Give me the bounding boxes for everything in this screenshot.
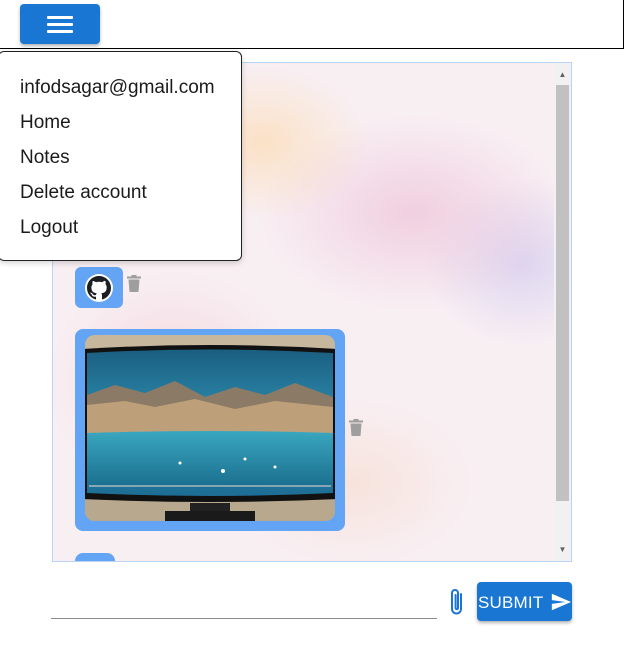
- message-bubble-partial: [75, 553, 115, 561]
- submit-button[interactable]: SUBMIT: [477, 582, 572, 621]
- submit-label: SUBMIT: [478, 593, 544, 612]
- top-bar: [0, 0, 624, 49]
- menu-item-delete-account[interactable]: Delete account: [20, 182, 147, 204]
- scroll-thumb[interactable]: [556, 85, 569, 501]
- menu-item-logout[interactable]: Logout: [20, 217, 78, 239]
- paperclip-icon[interactable]: [445, 586, 469, 618]
- hamburger-icon: [47, 15, 73, 33]
- chat-scrollbar[interactable]: ▲ ▼: [554, 63, 571, 561]
- send-icon: [551, 593, 572, 611]
- github-icon: [87, 275, 111, 299]
- message-bubble-image: [75, 329, 345, 531]
- menu-item-email[interactable]: infodsagar@gmail.com: [20, 77, 215, 99]
- menu-item-notes[interactable]: Notes: [20, 147, 70, 169]
- delete-message-trash-icon[interactable]: [349, 419, 363, 436]
- delete-message-trash-icon[interactable]: [127, 275, 141, 292]
- user-menu-dropdown: infodsagar@gmail.com Home Notes Delete a…: [0, 51, 242, 261]
- menu-item-home[interactable]: Home: [20, 112, 71, 134]
- message-photo[interactable]: [85, 335, 335, 521]
- scroll-up-arrow-icon[interactable]: ▲: [554, 66, 571, 83]
- menu-button[interactable]: [20, 4, 100, 44]
- scroll-down-arrow-icon[interactable]: ▼: [554, 541, 571, 558]
- message-bubble-github: [75, 267, 123, 308]
- message-input[interactable]: [51, 588, 437, 619]
